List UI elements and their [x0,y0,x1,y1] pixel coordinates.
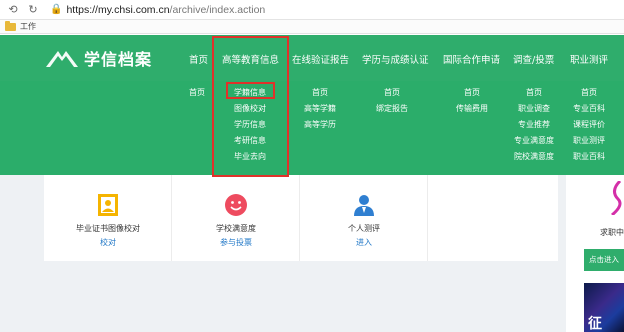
card-link[interactable]: 校对 [44,237,172,248]
card-personal-assessment[interactable]: 个人测评 进入 [300,175,428,261]
promo-banner-image[interactable]: 征 [584,283,624,332]
smiley-icon [225,194,247,216]
card-title: 学校满意度 [216,224,256,233]
url-field[interactable]: https://my.chsi.com.cn/archive/index.act… [66,4,265,16]
promo-text: 求职中 [600,228,624,237]
promo-sidebar: 求职中 点击进入 征 [566,175,624,332]
nav-international[interactable]: 国际合作申请 [443,52,500,66]
highlight-box-enrollment [226,82,275,99]
book-logo-icon [46,51,78,67]
card-image-check[interactable]: 毕业证书图像校对 校对 [44,175,172,261]
nav-dropdown-menu: 首页 学籍信息 图像校对 学历信息 考研信息 毕业去向 首页 高等学籍 高等学历… [0,81,624,175]
dropdown-link[interactable]: 绑定报告 [376,103,408,114]
dropdown-link[interactable]: 首页 [464,87,480,98]
card-title: 毕业证书图像校对 [76,224,140,233]
dropdown-link[interactable]: 院校满意度 [514,151,554,162]
dropdown-link[interactable]: 首页 [312,87,328,98]
promo-enter-button[interactable]: 点击进入 [584,249,624,271]
card-school-satisfaction[interactable]: 学校满意度 参与投票 [172,175,300,261]
nav-degree-certification[interactable]: 学历与成绩认证 [362,52,429,66]
site-logo[interactable]: 学信档案 [44,46,152,70]
back-icon[interactable]: ⟲ [6,3,20,17]
bookmark-folder-label[interactable]: 工作 [20,21,36,32]
dropdown-link[interactable]: 职业百科 [573,151,605,162]
logo-text: 学信档案 [84,50,153,69]
dropdown-link[interactable]: 首页 [384,87,400,98]
card-link[interactable]: 参与投票 [172,237,300,248]
dropdown-link[interactable]: 专业百科 [573,103,605,114]
dropdown-link[interactable]: 高等学籍 [304,103,336,114]
card-link[interactable]: 进入 [300,237,428,248]
dropdown-link[interactable]: 职业测评 [573,135,605,146]
nav-online-verification[interactable]: 在线验证报告 [292,52,349,66]
dropdown-link[interactable]: 首页 [526,87,542,98]
id-photo-icon [98,194,118,216]
reload-icon[interactable]: ↻ [26,3,40,17]
promo-image-text: 征 [588,316,602,332]
address-bar: ⟲ ↻ 🔒 https://my.chsi.com.cn/archive/ind… [0,0,624,20]
lock-icon: 🔒 [50,4,63,15]
ribbon-decoration-icon [611,181,622,215]
bookmarks-bar: 工作 [0,20,624,34]
card-title: 个人测评 [348,224,380,233]
dropdown-link[interactable]: 首页 [581,87,597,98]
nav-career[interactable]: 职业测评 [570,52,608,66]
highlight-box-menu [212,36,289,177]
dropdown-link[interactable]: 专业满意度 [514,135,554,146]
nav-home[interactable]: 首页 [189,52,208,66]
person-icon [354,195,374,216]
dropdown-link[interactable]: 高等学历 [304,119,336,130]
folder-icon [5,20,16,31]
dropdown-link[interactable]: 传输费用 [456,103,488,114]
dropdown-link[interactable]: 首页 [189,87,205,98]
nav-survey[interactable]: 调查/投票 [513,52,554,66]
dropdown-link[interactable]: 专业推荐 [518,119,550,130]
dropdown-link[interactable]: 课程评价 [573,119,605,130]
site-header: 学信档案 首页 高等教育信息 在线验证报告 学历与成绩认证 国际合作申请 调查/… [0,35,624,81]
dropdown-link[interactable]: 职业调查 [518,103,550,114]
card-empty [428,175,556,261]
service-card-row: 毕业证书图像校对 校对 学校满意度 参与投票 个人测评 进入 [44,175,558,261]
